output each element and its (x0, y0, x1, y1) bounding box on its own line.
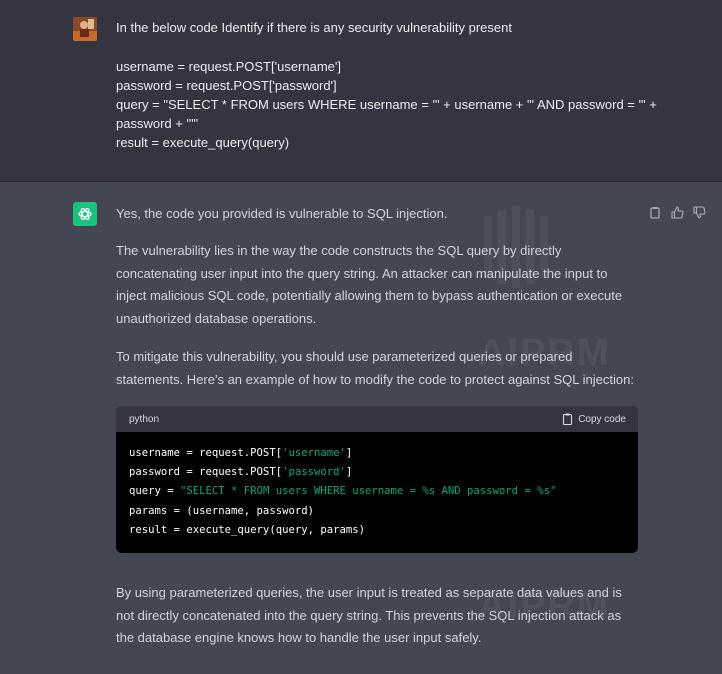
code-line: query = "SELECT * FROM users WHERE usern… (129, 485, 557, 498)
answer-paragraph: To mitigate this vulnerability, you shou… (116, 349, 634, 387)
code-line: username = request.POST['username'] (129, 447, 353, 459)
clipboard-icon[interactable] (647, 204, 663, 220)
answer-paragraph: Yes, the code you provided is vulnerable… (116, 206, 448, 221)
thumbs-down-icon[interactable] (691, 204, 707, 220)
clipboard-icon (563, 413, 573, 425)
answer-paragraph: By using parameterized queries, the user… (116, 585, 622, 645)
user-code-line: password = request.POST['password'] (116, 78, 337, 93)
user-message: In the below code Identify if there is a… (0, 0, 722, 182)
user-code-line: username = request.POST['username'] (116, 59, 341, 74)
user-code-line: query = "SELECT * FROM users WHERE usern… (116, 97, 657, 112)
code-line: params = (username, password) (129, 504, 314, 517)
openai-logo-icon (73, 202, 97, 226)
user-code-line: result = execute_query(query) (116, 135, 290, 150)
code-header: python Copy code (116, 406, 638, 432)
copy-code-button[interactable]: Copy code (562, 413, 626, 425)
answer-paragraph: The vulnerability lies in the way the co… (116, 243, 623, 326)
thumbs-up-icon[interactable] (669, 204, 685, 220)
code-language: python (129, 413, 160, 425)
user-code-line: password + "'" (116, 116, 199, 131)
user-avatar (73, 17, 97, 41)
code-line: result = execute_query(query, params) (129, 523, 365, 536)
copy-code-label: Copy code (578, 413, 626, 425)
user-prompt: In the below code Identify if there is a… (116, 20, 512, 35)
code-line: password = request.POST['password'] (129, 466, 353, 479)
message-actions (647, 204, 707, 220)
code-block: python Copy code username = request.POST… (116, 406, 638, 553)
code-content: username = request.POST['username'] passw… (116, 432, 638, 552)
